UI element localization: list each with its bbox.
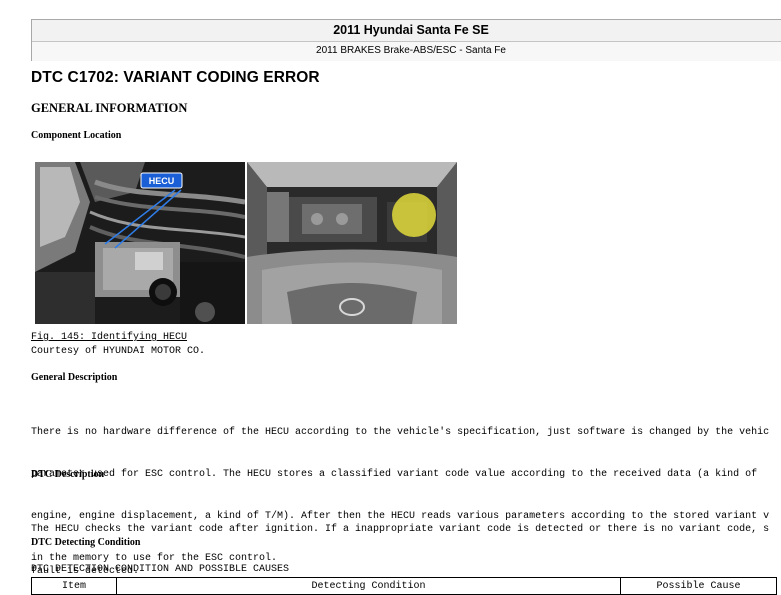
figure-courtesy: Courtesy of HYUNDAI MOTOR CO. bbox=[31, 346, 206, 357]
figure-caption: Fig. 145: Identifying HECU bbox=[31, 332, 188, 343]
document-header: 2011 Hyundai Santa Fe SE 2011 BRAKES Bra… bbox=[31, 19, 781, 61]
component-location-figure: HECU bbox=[35, 162, 457, 324]
table-header-row: Item Detecting Condition Possible Cause bbox=[31, 577, 777, 595]
dtc-description-heading: DTC Description bbox=[31, 469, 105, 480]
section-subtitle: 2011 BRAKES Brake-ABS/ESC - Santa Fe bbox=[32, 42, 781, 61]
dtc-description-line: The HECU checks the variant code after i… bbox=[31, 524, 770, 535]
dtc-detecting-condition-heading: DTC Detecting Condition bbox=[31, 537, 141, 548]
column-header-item: Item bbox=[31, 577, 117, 595]
dtc-condition-table: Item Detecting Condition Possible Cause bbox=[31, 577, 777, 595]
column-header-possible-cause: Possible Cause bbox=[620, 577, 777, 595]
vehicle-title: 2011 Hyundai Santa Fe SE bbox=[32, 20, 781, 42]
page-title: DTC C1702: VARIANT CODING ERROR bbox=[31, 69, 320, 86]
general-description-line: parameter used for ESC control. The HECU… bbox=[31, 469, 758, 480]
column-header-detecting-condition: Detecting Condition bbox=[116, 577, 621, 595]
general-information-heading: GENERAL INFORMATION bbox=[31, 101, 188, 115]
general-description-heading: General Description bbox=[31, 372, 118, 383]
component-location-heading: Component Location bbox=[31, 130, 122, 141]
engine-bay-photo bbox=[247, 162, 457, 324]
hecu-closeup-photo: HECU bbox=[35, 162, 245, 324]
hecu-callout-label: HECU bbox=[149, 176, 175, 186]
general-description-line: There is no hardware difference of the H… bbox=[31, 427, 770, 438]
dtc-table-title: DTC DETECTION CONDITION AND POSSIBLE CAU… bbox=[31, 564, 290, 575]
